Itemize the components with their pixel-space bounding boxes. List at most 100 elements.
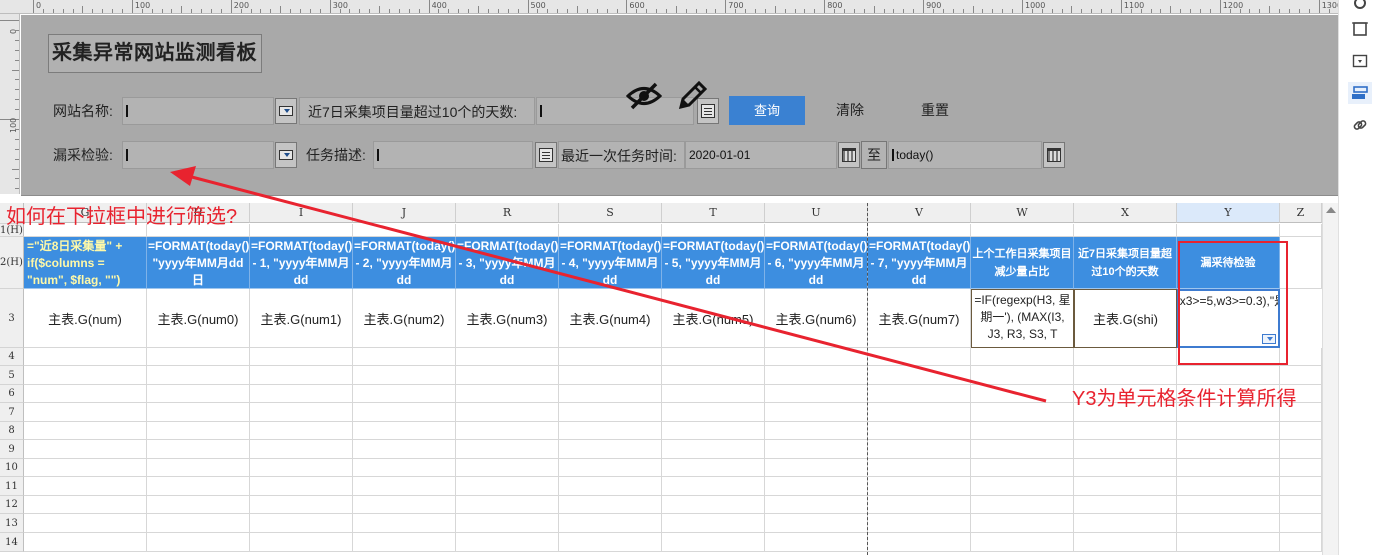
empty-cell[interactable] bbox=[1074, 459, 1177, 477]
empty-cell[interactable] bbox=[662, 533, 765, 552]
empty-cell[interactable] bbox=[1280, 459, 1322, 477]
empty-cell[interactable] bbox=[868, 459, 971, 477]
empty-cell[interactable] bbox=[24, 422, 147, 440]
empty-cell[interactable] bbox=[559, 385, 662, 403]
empty-cell[interactable] bbox=[250, 496, 353, 514]
empty-cell[interactable] bbox=[662, 385, 765, 403]
empty-cell[interactable] bbox=[971, 224, 1074, 237]
empty-cell[interactable] bbox=[868, 385, 971, 403]
row-header[interactable]: 6 bbox=[0, 385, 24, 403]
days-input[interactable] bbox=[536, 97, 694, 125]
data-cell[interactable]: 主表.G(num3) bbox=[456, 289, 559, 348]
empty-cell[interactable] bbox=[1177, 514, 1280, 533]
empty-cell[interactable] bbox=[765, 348, 868, 366]
empty-cell[interactable] bbox=[1280, 224, 1322, 237]
empty-cell[interactable] bbox=[250, 366, 353, 385]
query-button[interactable]: 查询 bbox=[729, 96, 805, 125]
empty-cell[interactable] bbox=[765, 533, 868, 552]
empty-cell[interactable] bbox=[24, 385, 147, 403]
empty-cell[interactable] bbox=[147, 348, 250, 366]
header-cell[interactable]: =FORMAT(today() - 2, "yyyy年MM月dd bbox=[353, 237, 456, 289]
header-cell[interactable]: =FORMAT(today() - 6, "yyyy年MM月dd bbox=[765, 237, 868, 289]
empty-cell[interactable] bbox=[456, 514, 559, 533]
empty-cell[interactable] bbox=[24, 496, 147, 514]
header-cell[interactable]: =FORMAT(today() - 4, "yyyy年MM月dd bbox=[559, 237, 662, 289]
empty-cell[interactable] bbox=[1074, 533, 1177, 552]
empty-cell[interactable] bbox=[1280, 533, 1322, 552]
empty-cell[interactable] bbox=[765, 385, 868, 403]
dashboard-title[interactable]: 采集异常网站监测看板 bbox=[48, 34, 262, 73]
gear-icon[interactable] bbox=[1348, 0, 1372, 14]
empty-cell[interactable] bbox=[456, 477, 559, 496]
empty-cell[interactable] bbox=[24, 366, 147, 385]
empty-cell[interactable] bbox=[353, 348, 456, 366]
empty-cell[interactable] bbox=[868, 514, 971, 533]
layout-widget-icon[interactable] bbox=[1348, 82, 1372, 104]
row-header[interactable]: 10 bbox=[0, 459, 24, 477]
empty-cell[interactable] bbox=[1074, 496, 1177, 514]
date-from-input[interactable]: 2020-01-01 bbox=[685, 141, 837, 169]
date-to-input[interactable]: today() bbox=[888, 141, 1042, 169]
empty-cell[interactable] bbox=[765, 496, 868, 514]
row-header[interactable]: 13 bbox=[0, 514, 24, 533]
empty-cell[interactable] bbox=[1074, 477, 1177, 496]
empty-cell[interactable] bbox=[662, 366, 765, 385]
header-cell[interactable]: 近7日采集项目量超过10个的天数 bbox=[1074, 237, 1177, 289]
row-header[interactable]: 4 bbox=[0, 348, 24, 366]
data-cell[interactable]: 主表.G(num) bbox=[24, 289, 147, 348]
empty-cell[interactable] bbox=[24, 533, 147, 552]
empty-cell[interactable] bbox=[662, 459, 765, 477]
empty-cell[interactable] bbox=[1177, 224, 1280, 237]
empty-cell[interactable] bbox=[971, 496, 1074, 514]
empty-cell[interactable] bbox=[353, 403, 456, 422]
empty-cell[interactable] bbox=[147, 477, 250, 496]
empty-cell[interactable] bbox=[559, 477, 662, 496]
row-header[interactable]: 14 bbox=[0, 533, 24, 552]
empty-cell[interactable] bbox=[24, 477, 147, 496]
reset-button[interactable]: 重置 bbox=[921, 96, 949, 125]
empty-cell[interactable] bbox=[250, 459, 353, 477]
data-cell[interactable]: 主表.G(num0) bbox=[147, 289, 250, 348]
row-header[interactable]: 9 bbox=[0, 440, 24, 459]
empty-cell[interactable] bbox=[662, 440, 765, 459]
data-cell[interactable]: =IF(regexp(H3, 星期一'), (MAX(I3, J3, R3, S… bbox=[971, 289, 1074, 348]
empty-cell[interactable] bbox=[353, 514, 456, 533]
data-cell[interactable]: 主表.G(num1) bbox=[250, 289, 353, 348]
empty-cell[interactable] bbox=[559, 533, 662, 552]
empty-cell[interactable] bbox=[971, 477, 1074, 496]
empty-cell[interactable] bbox=[1074, 224, 1177, 237]
empty-cell[interactable] bbox=[765, 422, 868, 440]
empty-cell[interactable] bbox=[250, 385, 353, 403]
empty-cell[interactable] bbox=[971, 348, 1074, 366]
empty-cell[interactable] bbox=[456, 459, 559, 477]
empty-cell[interactable] bbox=[765, 459, 868, 477]
empty-cell[interactable] bbox=[1177, 533, 1280, 552]
empty-cell[interactable] bbox=[250, 477, 353, 496]
empty-cell[interactable] bbox=[24, 440, 147, 459]
header-cell[interactable]: =FORMAT(today() - 5, "yyyy年MM月dd bbox=[662, 237, 765, 289]
empty-cell[interactable] bbox=[765, 440, 868, 459]
empty-cell[interactable] bbox=[662, 496, 765, 514]
empty-cell[interactable] bbox=[971, 366, 1074, 385]
empty-cell[interactable] bbox=[250, 403, 353, 422]
empty-cell[interactable] bbox=[559, 366, 662, 385]
empty-cell[interactable] bbox=[559, 224, 662, 237]
frame-icon[interactable] bbox=[1348, 18, 1372, 40]
column-header-j[interactable]: J bbox=[353, 203, 456, 223]
empty-cell[interactable] bbox=[1280, 477, 1322, 496]
empty-cell[interactable] bbox=[250, 440, 353, 459]
empty-cell[interactable] bbox=[868, 348, 971, 366]
row-header[interactable]: 7 bbox=[0, 403, 24, 422]
empty-cell[interactable] bbox=[868, 366, 971, 385]
empty-cell[interactable] bbox=[147, 366, 250, 385]
empty-cell[interactable] bbox=[353, 422, 456, 440]
empty-cell[interactable] bbox=[559, 348, 662, 366]
header-cell[interactable]: =FORMAT(today() - 1, "yyyy年MM月dd bbox=[250, 237, 353, 289]
empty-cell[interactable] bbox=[1074, 422, 1177, 440]
data-cell[interactable]: 主表.G(num5) bbox=[662, 289, 765, 348]
empty-cell[interactable] bbox=[559, 459, 662, 477]
column-header-y[interactable]: Y bbox=[1177, 203, 1280, 223]
empty-cell[interactable] bbox=[353, 385, 456, 403]
vertical-scrollbar[interactable] bbox=[1322, 203, 1338, 555]
empty-cell[interactable] bbox=[24, 514, 147, 533]
